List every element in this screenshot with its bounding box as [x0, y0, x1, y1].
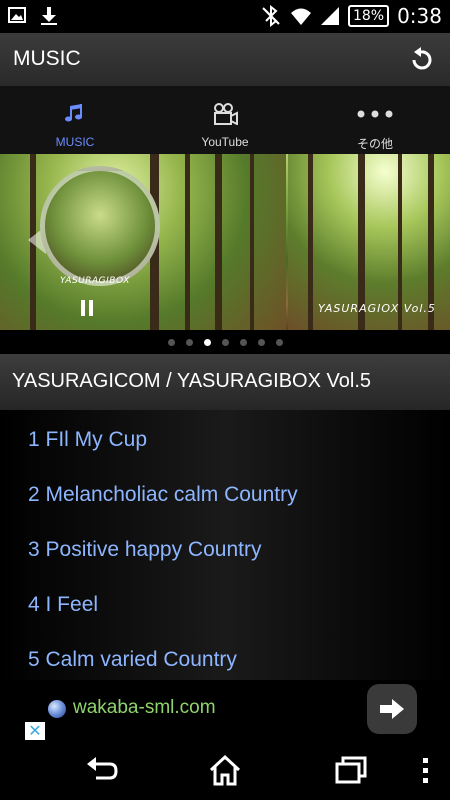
action-bar: MUSIC: [0, 33, 450, 87]
pause-icon[interactable]: [80, 300, 94, 316]
tab-other[interactable]: その他: [300, 87, 450, 154]
download-icon: [41, 7, 57, 25]
tab-bar: MUSIC YouTube その他: [0, 87, 450, 154]
menu-dots-icon[interactable]: [414, 754, 438, 786]
track-list: 1 FIl My Cup 2 Melancholiac calm Country…: [0, 410, 450, 680]
clock: 0:38: [397, 4, 442, 28]
back-icon[interactable]: [84, 754, 118, 786]
tab-youtube[interactable]: YouTube: [150, 87, 300, 154]
tab-youtube-label: YouTube: [201, 135, 249, 149]
track-item[interactable]: 5 Calm varied Country: [28, 632, 237, 687]
page-dot[interactable]: [257, 338, 265, 346]
globe-icon: [48, 700, 66, 718]
page-indicator: [0, 330, 450, 354]
video-camera-icon: [214, 103, 238, 125]
tab-music[interactable]: MUSIC: [0, 87, 150, 154]
track-item[interactable]: 3 Positive happy Country: [28, 522, 261, 577]
track-item[interactable]: 2 Melancholiac calm Country: [28, 467, 298, 522]
app-title: MUSIC: [13, 47, 81, 70]
tab-other-label: その他: [356, 137, 393, 151]
page-dot-active[interactable]: [203, 338, 211, 346]
album-header: YASURAGICOM / YASURAGIBOX Vol.5: [0, 354, 450, 410]
ad-go-button[interactable]: [367, 684, 417, 734]
more-dots-icon: [357, 110, 393, 118]
navigation-bar: [0, 740, 450, 800]
status-bar: 18% 0:38: [0, 0, 450, 33]
ad-close-button[interactable]: ✕: [25, 722, 45, 740]
ad-link[interactable]: wakaba-sml.com: [73, 697, 216, 719]
page-dot[interactable]: [167, 338, 175, 346]
page-dot[interactable]: [221, 338, 229, 346]
page-dot[interactable]: [239, 338, 247, 346]
tab-music-label: MUSIC: [55, 135, 95, 149]
home-icon[interactable]: [208, 754, 242, 786]
album-title: YASURAGICOM / YASURAGIBOX Vol.5: [12, 370, 371, 392]
bluetooth-off-icon: [262, 5, 280, 27]
album-cover-left[interactable]: YASURAGIBOX: [0, 154, 286, 330]
refresh-icon[interactable]: [406, 45, 436, 75]
cover-label: YASURAGIOX Vol.5: [318, 302, 436, 315]
recent-apps-icon[interactable]: [334, 754, 368, 786]
arrow-right-icon: [380, 699, 404, 719]
ad-banner[interactable]: wakaba-sml.com ✕: [0, 680, 450, 740]
battery-indicator: 18%: [347, 5, 390, 27]
page-dot[interactable]: [275, 338, 283, 346]
track-item[interactable]: 1 FIl My Cup: [28, 412, 147, 467]
disc-label: YASURAGIBOX: [60, 276, 130, 286]
music-note-icon: [65, 104, 82, 122]
image-icon: [8, 7, 26, 23]
page-dot[interactable]: [185, 338, 193, 346]
signal-icon: [320, 7, 339, 25]
track-item[interactable]: 4 I Feel: [28, 577, 98, 632]
album-disc: [40, 166, 160, 286]
wifi-icon: [290, 8, 311, 25]
